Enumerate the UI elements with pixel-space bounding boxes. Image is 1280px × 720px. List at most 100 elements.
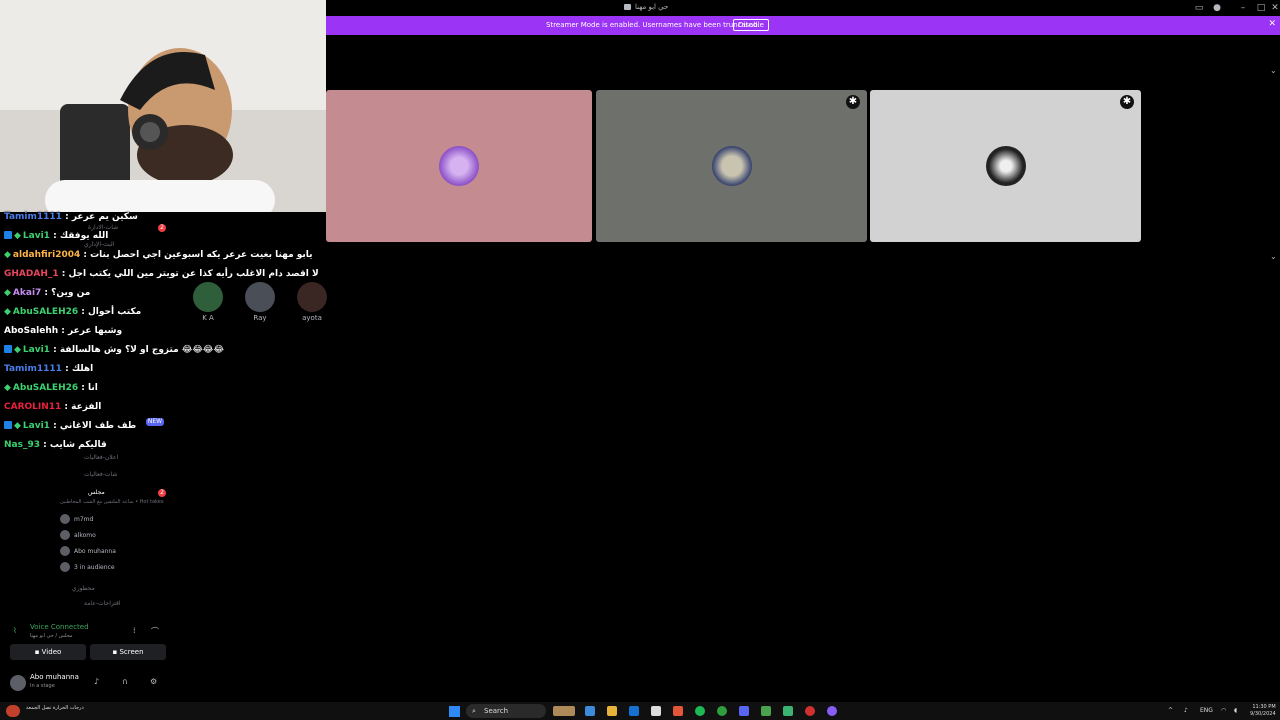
- streamer-webcam-image: [0, 0, 326, 212]
- app-icon[interactable]: [783, 706, 793, 716]
- chat-username[interactable]: GHADAH_1: [4, 269, 59, 279]
- avatar[interactable]: [10, 675, 26, 691]
- microphone-icon[interactable]: ♪: [1184, 707, 1188, 714]
- speaker-tile[interactable]: [326, 90, 592, 242]
- chat-message: ◆ AbuSALEH26 : انا: [4, 383, 98, 393]
- chat-separator: :: [78, 307, 88, 317]
- chat-username[interactable]: AbuSALEH26: [13, 307, 78, 317]
- channel-item[interactable]: اقتراحات-عامة: [84, 600, 121, 607]
- banner-close-icon[interactable]: ✕: [1268, 19, 1276, 29]
- volume-icon[interactable]: ◖: [1234, 707, 1237, 714]
- subscriber-badge-icon: [4, 421, 12, 429]
- widget-icon[interactable]: [553, 706, 575, 716]
- chat-message: GHADAH_1 : لا اقصد دام الاغلب رأيه كذا ع…: [4, 269, 319, 279]
- chat-separator: :: [80, 250, 91, 260]
- brave-icon[interactable]: [673, 706, 683, 716]
- chevron-down-icon[interactable]: ⌄: [1270, 66, 1277, 75]
- voice-status[interactable]: Voice Connected: [30, 623, 89, 631]
- chat-text: سكين يم عرعر: [71, 212, 138, 222]
- weather-text[interactable]: درجات الحرارة تصل الجمعة: [26, 705, 84, 711]
- discord-icon[interactable]: [739, 706, 749, 716]
- chevron-up-icon[interactable]: ^: [1168, 707, 1173, 714]
- video-button[interactable]: ▪ Video: [10, 644, 86, 660]
- chat-username[interactable]: Lavi1: [23, 345, 50, 355]
- wifi-icon[interactable]: ◠: [1221, 707, 1226, 714]
- chat-username[interactable]: AboSalehh: [4, 326, 58, 336]
- channel-item[interactable]: شات-فعاليات: [84, 471, 117, 478]
- audience-avatar[interactable]: [193, 282, 223, 312]
- disable-button[interactable]: Disable: [733, 19, 769, 31]
- streamer-mode-banner: Streamer Mode is enabled. Usernames have…: [326, 16, 1280, 35]
- disconnect-icon[interactable]: ⌒: [151, 626, 159, 637]
- chat-message: ◆ Lavi1 : طف طف الاغاني: [4, 421, 136, 431]
- xbox-icon[interactable]: [717, 706, 727, 716]
- chat-text: قاليكم شايب: [49, 440, 107, 450]
- chat-username[interactable]: Lavi1: [23, 231, 50, 241]
- chat-username[interactable]: Lavi1: [23, 421, 50, 431]
- audience-name: K A: [202, 314, 214, 322]
- screen-button[interactable]: ▪ Screen: [90, 644, 166, 660]
- chat-text: وشبها عرعر: [68, 326, 123, 336]
- signal-icon[interactable]: ⌇: [13, 626, 17, 635]
- minimize-icon[interactable]: –: [1238, 3, 1248, 13]
- taskbar-clock[interactable]: 11:30 PM 9/30/2024: [1250, 704, 1276, 718]
- language-indicator[interactable]: ENG: [1200, 707, 1213, 714]
- file-explorer-icon[interactable]: [607, 706, 617, 716]
- settings-gear-icon[interactable]: ⚙: [150, 677, 157, 686]
- soundboard-icon[interactable]: ⁞: [133, 626, 136, 635]
- channel-item[interactable]: محظوري: [72, 585, 95, 592]
- channel-item[interactable]: البث-الإداري: [84, 241, 114, 248]
- channel-item[interactable]: شات-الادارة: [88, 224, 118, 231]
- chat-separator: :: [61, 364, 72, 374]
- chat-username[interactable]: Akai7: [13, 288, 41, 298]
- diamond-icon: ◆: [4, 250, 11, 260]
- spotify-icon[interactable]: [695, 706, 705, 716]
- speaker-tile[interactable]: ✱: [596, 90, 867, 242]
- inbox-icon[interactable]: ▭: [1194, 3, 1204, 13]
- maximize-icon[interactable]: □: [1256, 3, 1266, 13]
- diamond-icon: ◆: [4, 383, 11, 393]
- window-close-icon[interactable]: ✕: [1270, 3, 1280, 13]
- start-icon[interactable]: [449, 706, 460, 717]
- chat-message: ◆ Lavi1 : الله يوفقك: [4, 231, 108, 241]
- chat-username[interactable]: Tamim1111: [4, 212, 62, 222]
- outlook-icon[interactable]: [629, 706, 639, 716]
- chat-username[interactable]: AbuSALEH26: [13, 383, 78, 393]
- copilot-icon[interactable]: [585, 706, 595, 716]
- app-icon[interactable]: [805, 706, 815, 716]
- chat-message: Tamim1111 : سكين يم عرعر: [4, 212, 138, 222]
- chevron-down-icon[interactable]: ⌄: [1270, 252, 1277, 261]
- audience-name: Ray: [253, 314, 267, 322]
- stage-topic: ساعة الملتقين مع الشب المخاطبين • Hot ta…: [60, 499, 164, 505]
- app-icon[interactable]: [761, 706, 771, 716]
- weather-icon[interactable]: [6, 705, 20, 717]
- chat-separator: :: [58, 269, 69, 279]
- stage-user[interactable]: m7md: [60, 514, 93, 524]
- chat-username[interactable]: aldahfiri2004: [13, 250, 80, 260]
- channel-item[interactable]: اعلان-فعاليات: [84, 454, 118, 461]
- chat-separator: :: [49, 345, 60, 355]
- app-icon[interactable]: [827, 706, 837, 716]
- stage-user[interactable]: alkomo: [60, 530, 96, 540]
- chat-message: ◆ Lavi1 : متزوج او لا؟ وش هالسالفة 😂😂😂😂: [4, 345, 224, 355]
- user-name: Abo muhanna: [30, 673, 79, 681]
- audience-avatar[interactable]: [245, 282, 275, 312]
- chat-username[interactable]: Nas_93: [4, 440, 40, 450]
- chat-username[interactable]: Tamim1111: [4, 364, 62, 374]
- stage-user[interactable]: Abo muhanna: [60, 546, 116, 556]
- audience-avatar[interactable]: [297, 282, 327, 312]
- headphones-icon[interactable]: ∩: [122, 677, 128, 686]
- microphone-icon[interactable]: ♪: [94, 677, 99, 686]
- mention-badge: 2: [158, 489, 166, 497]
- chat-username[interactable]: CAROLIN11: [4, 402, 61, 412]
- video-label: Video: [41, 648, 62, 656]
- subscriber-badge-icon: [4, 345, 12, 353]
- user-status: In a stage: [30, 683, 55, 689]
- speaker-tile[interactable]: ✱: [870, 90, 1141, 242]
- help-icon[interactable]: ●: [1212, 3, 1222, 13]
- store-icon[interactable]: [651, 706, 661, 716]
- stage-channel-name[interactable]: مجلس: [88, 489, 105, 496]
- taskbar-search[interactable]: ⌕ Search: [466, 704, 546, 718]
- chat-text: الله يوفقك: [59, 231, 109, 241]
- chat-separator: :: [61, 212, 72, 222]
